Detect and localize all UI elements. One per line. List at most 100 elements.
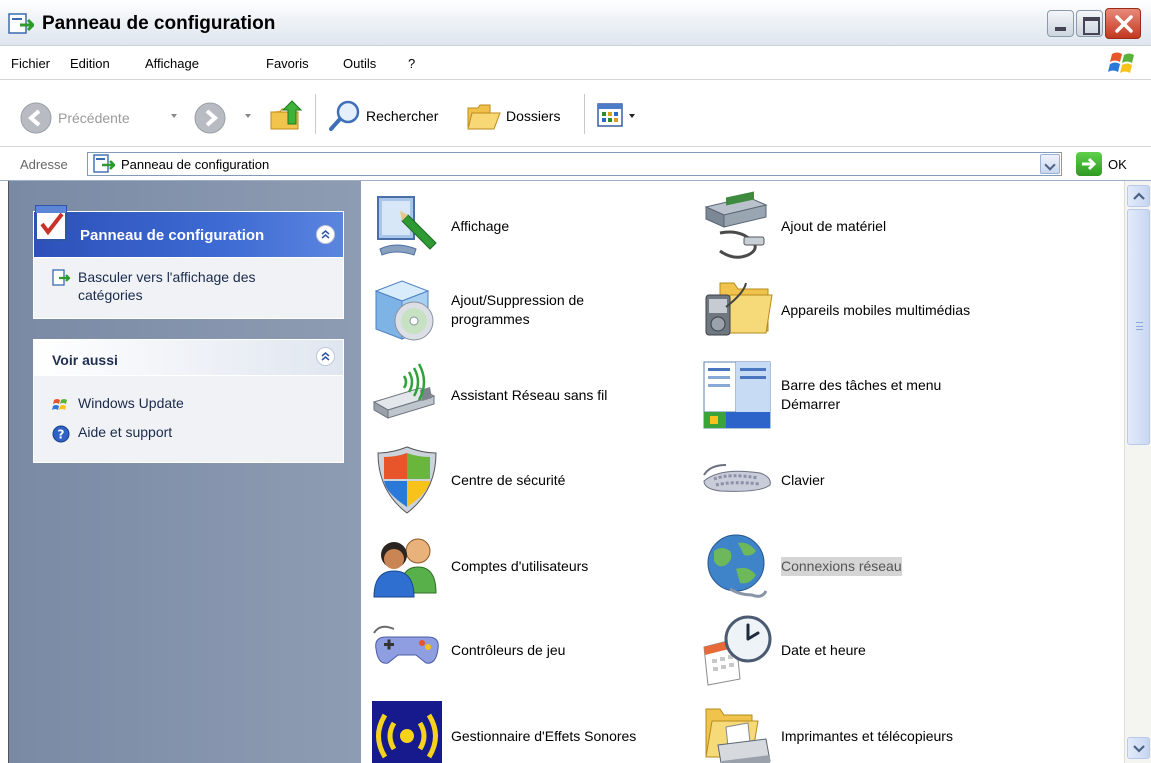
item-printers-faxes[interactable]: Imprimantes et télécopieurs: [700, 699, 953, 763]
help-support-label: Aide et support: [78, 424, 173, 440]
item-label: Gestionnaire d'Effets Sonores: [451, 727, 637, 744]
views-dropdown-icon: [629, 114, 635, 118]
close-icon: [1115, 15, 1133, 33]
windows-update-icon: [52, 399, 67, 410]
item-add-remove-programs[interactable]: Ajout/Suppression de programmes: [370, 273, 661, 347]
switch-category-view-label: Basculer vers l'affichage des catégories: [78, 269, 256, 303]
windows-logo-icon: [1108, 52, 1134, 73]
item-add-hardware[interactable]: Ajout de matériel: [700, 189, 886, 263]
folders-label: Dossiers: [506, 108, 561, 124]
sound-effects-manager-icon: [372, 701, 442, 763]
menu-edition[interactable]: Edition: [70, 56, 110, 71]
address-field[interactable]: Panneau de configuration: [87, 152, 1062, 176]
go-label[interactable]: OK: [1108, 157, 1127, 172]
minimize-button[interactable]: [1047, 10, 1074, 37]
item-label: Assistant Réseau sans fil: [451, 386, 608, 403]
game-controllers-icon: [373, 625, 439, 664]
item-display[interactable]: Affichage: [370, 189, 509, 263]
scroll-thumb[interactable]: [1127, 209, 1150, 445]
portable-media-devices-icon: [705, 282, 773, 336]
toolbar: Précédente Rechercher Dossiers: [0, 80, 1151, 147]
wireless-network-wizard-icon: [372, 363, 436, 419]
scroll-grip: [1136, 322, 1143, 330]
folders-button[interactable]: Dossiers: [466, 99, 560, 133]
collapse-button[interactable]: [316, 347, 335, 366]
control-panel-box-header[interactable]: Panneau de configuration: [34, 205, 343, 258]
menu-help[interactable]: ?: [408, 56, 415, 71]
help-support-link[interactable]: ? Aide et support: [52, 424, 172, 443]
item-user-accounts[interactable]: Comptes d'utilisateurs: [370, 529, 588, 603]
svg-text:?: ?: [58, 428, 65, 442]
item-label: Ajout de matériel: [781, 217, 887, 234]
go-button[interactable]: [1076, 152, 1102, 176]
item-security-center[interactable]: Centre de sécurité: [370, 443, 565, 517]
item-network-connections[interactable]: Connexions réseau: [700, 529, 902, 603]
item-keyboard[interactable]: Clavier: [700, 443, 825, 517]
windows-update-link[interactable]: Windows Update: [52, 395, 184, 414]
scroll-up-button[interactable]: [1127, 185, 1150, 207]
vertical-scrollbar[interactable]: [1124, 181, 1151, 763]
display-icon: [377, 196, 437, 256]
item-label: Affichage: [451, 217, 510, 234]
forward-dropdown-icon[interactable]: [245, 114, 251, 118]
menu-fichier[interactable]: Fichier: [11, 56, 50, 71]
see-also-box-header[interactable]: Voir aussi: [34, 340, 343, 376]
task-pane: Panneau de configuration Basculer vers l…: [8, 181, 361, 763]
forward-arrow-icon: [194, 102, 226, 134]
add-hardware-icon: [704, 191, 768, 259]
search-icon: [329, 100, 360, 131]
back-button[interactable]: Précédente: [19, 101, 130, 135]
address-bar: Adresse Panneau de configuration OK: [0, 147, 1151, 181]
collapse-chevron-icon: [321, 230, 330, 239]
item-label: Centre de sécurité: [451, 471, 566, 488]
menu-favoris[interactable]: Favoris: [266, 56, 309, 71]
windows-update-label: Windows Update: [78, 395, 184, 411]
item-label: Imprimantes et télécopieurs: [781, 727, 953, 744]
see-also-title: Voir aussi: [52, 352, 118, 368]
control-panel-icon: [8, 13, 34, 34]
back-label: Précédente: [58, 110, 130, 126]
switch-category-view-link[interactable]: Basculer vers l'affichage des catégories: [52, 268, 308, 304]
item-portable-media-devices[interactable]: Appareils mobiles multimédias: [700, 273, 970, 347]
menu-bar: Fichier Edition Affichage Favoris Outils…: [0, 46, 1151, 80]
control-panel-large-icon: [35, 205, 67, 241]
keyboard-icon: [703, 464, 771, 492]
item-game-controllers[interactable]: Contrôleurs de jeu: [370, 613, 565, 687]
date-time-icon: [703, 615, 772, 686]
item-taskbar-start-menu[interactable]: Barre des tâches et menu Démarrer: [700, 358, 991, 432]
menu-affichage[interactable]: Affichage: [145, 56, 199, 71]
item-label: Contrôleurs de jeu: [451, 641, 566, 658]
item-wireless-network-wizard[interactable]: Assistant Réseau sans fil: [370, 358, 607, 432]
control-panel-box-title: Panneau de configuration: [80, 227, 265, 244]
item-sound-effects-manager[interactable]: Gestionnaire d'Effets Sonores: [370, 699, 636, 763]
item-label: Connexions réseau: [781, 556, 902, 576]
scroll-down-button[interactable]: [1127, 737, 1150, 759]
add-remove-programs-icon: [374, 280, 434, 341]
item-label: Barre des tâches et menu Démarrer: [781, 377, 942, 412]
folders-icon: [467, 104, 501, 130]
search-button[interactable]: Rechercher: [328, 99, 438, 133]
item-label: Comptes d'utilisateurs: [451, 557, 589, 574]
maximize-button[interactable]: [1076, 10, 1103, 37]
control-panel-icon: [52, 269, 70, 286]
go-arrow-icon: [1082, 157, 1097, 171]
menu-outils[interactable]: Outils: [343, 56, 376, 71]
see-also-box: Voir aussi Windows Update ? Aide et supp…: [33, 339, 344, 463]
back-dropdown-icon[interactable]: [171, 114, 177, 118]
back-arrow-icon: [20, 102, 52, 134]
close-button[interactable]: [1105, 8, 1141, 39]
views-icon: [597, 103, 623, 127]
chevron-up-icon: [1133, 192, 1145, 200]
collapse-chevron-icon: [321, 352, 330, 361]
forward-button[interactable]: [193, 101, 227, 135]
control-panel-icon: [93, 154, 115, 173]
up-folder-button[interactable]: [268, 98, 304, 134]
toolbar-separator: [584, 94, 585, 134]
help-icon: ?: [52, 425, 70, 443]
item-date-time[interactable]: Date et heure: [700, 613, 866, 687]
views-button[interactable]: [597, 102, 635, 130]
title-bar: Panneau de configuration: [0, 0, 1151, 46]
address-dropdown-button[interactable]: [1040, 154, 1060, 174]
collapse-button[interactable]: [316, 225, 335, 244]
printers-faxes-icon: [705, 708, 771, 763]
